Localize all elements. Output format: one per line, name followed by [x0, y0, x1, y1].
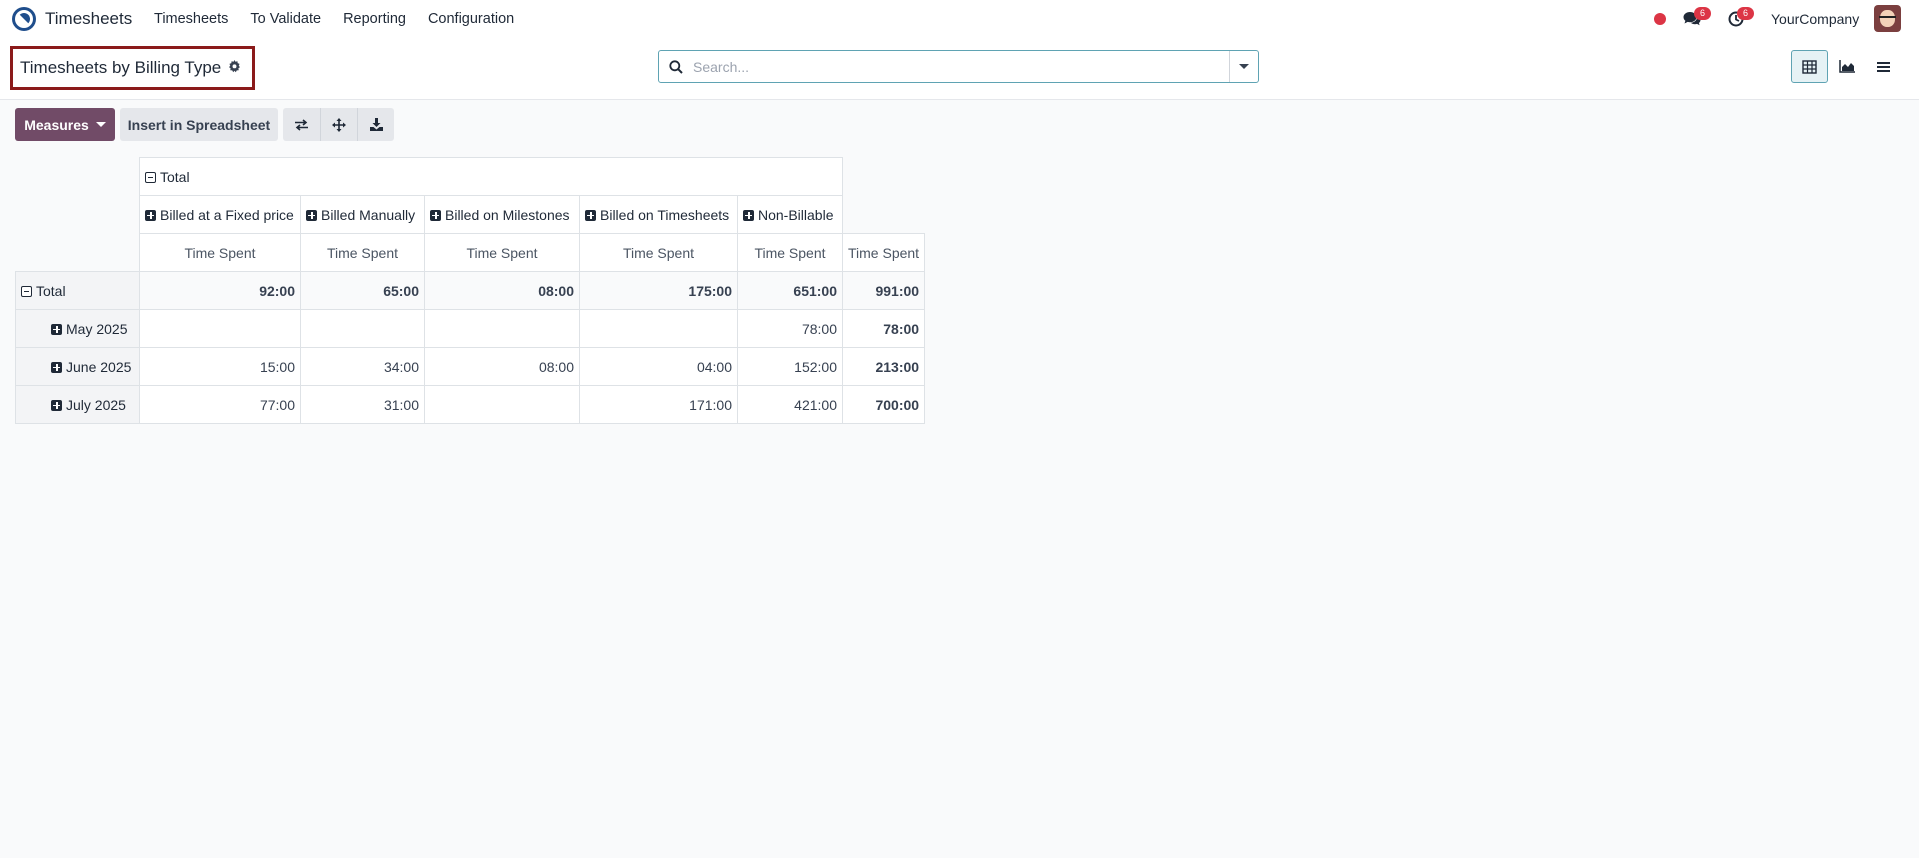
pivot-col-header[interactable]: Billed on Milestones — [424, 195, 580, 234]
measure-header[interactable]: Time Spent — [579, 233, 738, 272]
search-icon — [659, 59, 693, 74]
pivot-cell[interactable]: 04:00 — [579, 347, 738, 386]
activities-badge: 6 — [1737, 7, 1754, 20]
pivot-cell[interactable] — [424, 385, 580, 424]
pivot-col-header[interactable]: Billed on Timesheets — [579, 195, 738, 234]
pivot-cell[interactable] — [579, 309, 738, 348]
pivot-total-cell[interactable]: 991:00 — [841, 271, 926, 310]
menu-item-configuration[interactable]: Configuration — [428, 11, 514, 27]
breadcrumb: Timesheets by Billing Type — [10, 46, 255, 90]
control-panel: Timesheets by Billing Type — [0, 38, 1919, 100]
search-options-toggle[interactable] — [1229, 51, 1258, 82]
pivot-table: Total Billed at a Fixed price Billed Man… — [15, 157, 926, 424]
flip-axis-button[interactable] — [283, 108, 320, 141]
main-menu: Timesheets To Validate Reporting Configu… — [154, 11, 536, 27]
pivot-col-header[interactable]: Non-Billable — [737, 195, 843, 234]
measures-button[interactable]: Measures — [15, 108, 115, 141]
pivot-total-cell[interactable]: 700:00 — [841, 385, 926, 424]
download-button[interactable] — [357, 108, 394, 141]
list-icon — [1877, 61, 1890, 72]
menu-item-reporting[interactable]: Reporting — [343, 11, 406, 27]
pivot-cell[interactable] — [424, 309, 580, 348]
pivot-table-icon — [1802, 59, 1817, 74]
collapse-icon — [145, 171, 156, 183]
chevron-down-icon — [1239, 64, 1249, 69]
view-switcher — [1791, 50, 1902, 83]
pivot-cell[interactable]: 92:00 — [139, 271, 301, 310]
search-input[interactable] — [693, 51, 1229, 82]
measure-header[interactable]: Time Spent — [139, 233, 301, 272]
top-navbar: Timesheets Timesheets To Validate Report… — [0, 0, 1919, 38]
page-title: Timesheets by Billing Type — [20, 58, 222, 77]
measure-header[interactable]: Time Spent — [737, 233, 843, 272]
download-icon — [369, 118, 383, 131]
company-switcher[interactable]: YourCompany — [1771, 11, 1859, 27]
user-avatar[interactable] — [1874, 5, 1901, 32]
pivot-cell[interactable]: 15:00 — [139, 347, 301, 386]
pivot-cell[interactable]: 171:00 — [579, 385, 738, 424]
menu-item-to-validate[interactable]: To Validate — [250, 11, 321, 27]
expand-icon — [743, 209, 754, 221]
pivot-cell[interactable]: 65:00 — [300, 271, 425, 310]
expand-icon — [585, 209, 596, 221]
expand-icon — [51, 399, 62, 411]
table-row: Total 92:00 65:00 08:00 175:00 651:00 99… — [15, 271, 926, 310]
area-chart-icon — [1838, 60, 1855, 73]
pivot-total-cell[interactable]: 78:00 — [841, 309, 926, 348]
pivot-cell[interactable]: 175:00 — [579, 271, 738, 310]
app-name[interactable]: Timesheets — [45, 9, 132, 29]
expand-icon — [51, 361, 62, 373]
messages-badge: 6 — [1694, 7, 1711, 20]
pivot-col-header[interactable]: Billed Manually — [300, 195, 425, 234]
pivot-cell[interactable] — [300, 309, 425, 348]
timesheets-app-icon[interactable] — [12, 7, 36, 31]
pivot-cell[interactable]: 152:00 — [737, 347, 843, 386]
expand-all-button[interactable] — [320, 108, 357, 141]
insert-in-spreadsheet-button[interactable]: Insert in Spreadsheet — [120, 108, 278, 141]
measure-header[interactable]: Time Spent — [841, 233, 926, 272]
table-row: May 2025 78:00 78:00 — [15, 309, 926, 348]
pivot-cell[interactable]: 421:00 — [737, 385, 843, 424]
measures-label: Measures — [24, 116, 89, 133]
collapse-icon — [21, 285, 32, 297]
measure-header[interactable]: Time Spent — [424, 233, 580, 272]
pivot-cell[interactable]: 78:00 — [737, 309, 843, 348]
search-bar — [658, 50, 1259, 83]
pivot-row-header[interactable]: June 2025 — [15, 347, 140, 386]
pivot-row-header-total[interactable]: Total — [15, 271, 140, 310]
table-row: June 2025 15:00 34:00 08:00 04:00 152:00… — [15, 347, 926, 386]
pivot-row-header[interactable]: May 2025 — [15, 309, 140, 348]
pivot-row-header[interactable]: July 2025 — [15, 385, 140, 424]
list-view-button[interactable] — [1865, 50, 1902, 83]
pivot-cell[interactable]: 651:00 — [737, 271, 843, 310]
menu-item-timesheets[interactable]: Timesheets — [154, 11, 228, 27]
pivot-cell[interactable] — [139, 309, 301, 348]
pivot-cell[interactable]: 34:00 — [300, 347, 425, 386]
caret-down-icon — [95, 122, 106, 127]
pivot-view-button[interactable] — [1791, 50, 1828, 83]
table-row: July 2025 77:00 31:00 171:00 421:00 700:… — [15, 385, 926, 424]
exchange-icon — [295, 118, 308, 131]
pivot-total-cell[interactable]: 213:00 — [841, 347, 926, 386]
pivot-cell[interactable]: 08:00 — [424, 271, 580, 310]
expand-icon — [51, 323, 62, 335]
pivot-cell[interactable]: 31:00 — [300, 385, 425, 424]
arrows-expand-icon — [332, 117, 346, 132]
gear-icon[interactable] — [228, 60, 241, 76]
expand-icon — [430, 209, 441, 221]
expand-icon — [306, 209, 317, 221]
recording-indicator-icon[interactable] — [1654, 13, 1666, 25]
expand-icon — [145, 209, 156, 221]
graph-view-button[interactable] — [1828, 50, 1865, 83]
pivot-cell[interactable]: 77:00 — [139, 385, 301, 424]
pivot-col-header[interactable]: Billed at a Fixed price — [139, 195, 301, 234]
pivot-cell[interactable]: 08:00 — [424, 347, 580, 386]
pivot-col-header-total[interactable]: Total — [139, 157, 843, 196]
measure-header[interactable]: Time Spent — [300, 233, 425, 272]
